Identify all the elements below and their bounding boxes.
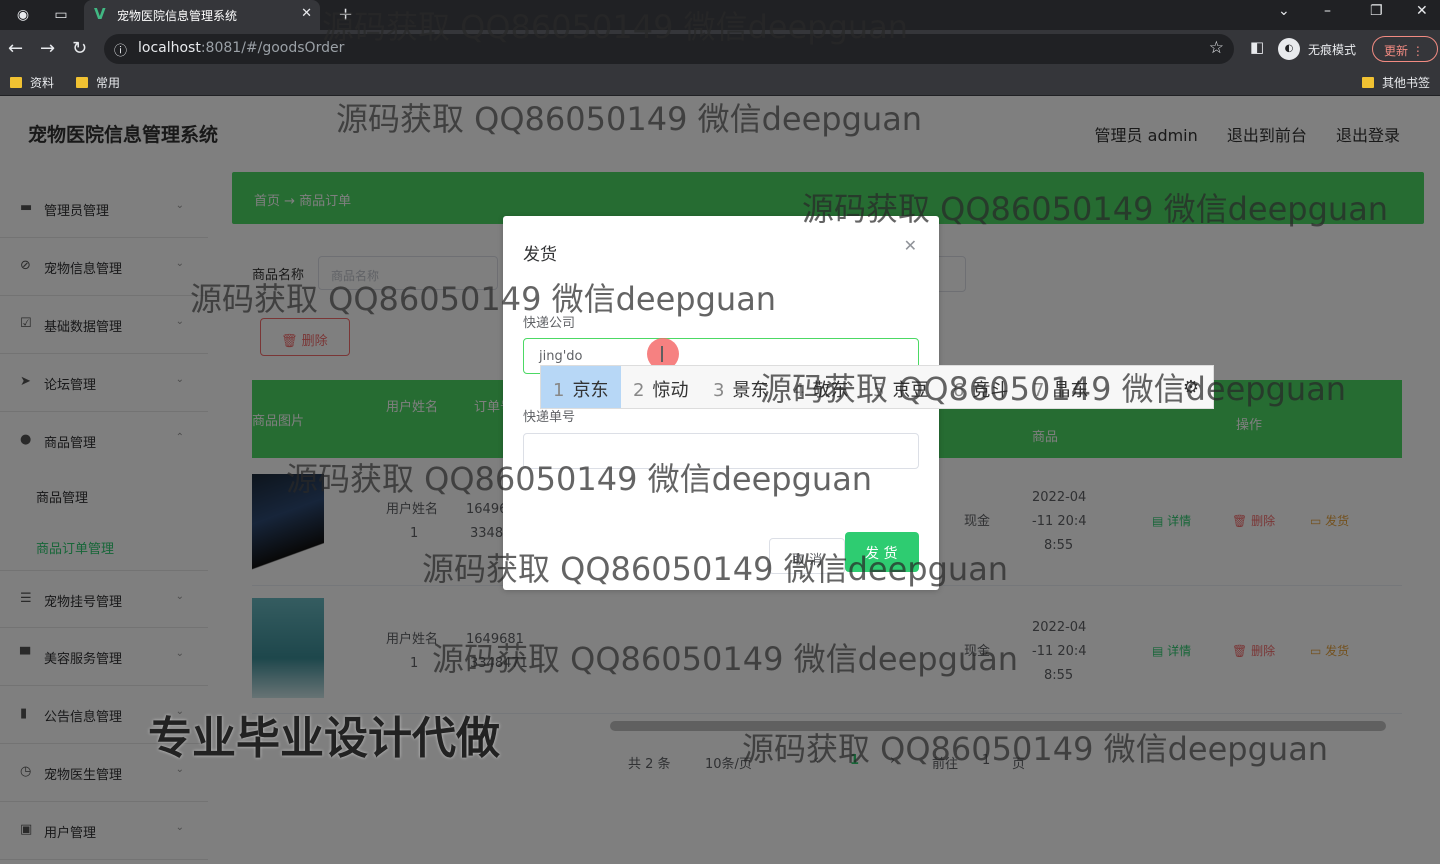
text-cursor-icon	[661, 346, 663, 362]
side-panel-icon[interactable]: ◧	[1250, 38, 1264, 56]
ime-candidate[interactable]: 1 京东	[553, 376, 608, 402]
bookmark-label: 常用	[96, 76, 121, 90]
chevron-down-icon[interactable]: ⌄	[1278, 3, 1290, 19]
back-icon[interactable]: ←	[8, 38, 23, 59]
update-label: 更新	[1384, 44, 1409, 58]
update-button[interactable]: 更新 ⋮	[1372, 36, 1438, 62]
dialog-title: 发货	[523, 245, 557, 265]
reload-icon[interactable]: ↻	[72, 38, 87, 59]
bookmarks-bar: 资料 常用 其他书签	[0, 68, 1440, 96]
site-info-icon[interactable]: ⓘ	[114, 40, 127, 59]
watermark: 源码获取 QQ86050149 微信deepguan	[802, 190, 1389, 228]
browser-tab[interactable]: V 宠物医院信息管理系统 ✕	[84, 0, 320, 30]
watermark: 源码获取 QQ86050149 微信deepguan	[322, 8, 909, 46]
url-text: localhost:8081/#/goodsOrder	[138, 40, 344, 56]
bookmark-star-icon[interactable]: ☆	[1209, 38, 1224, 58]
watermark: 源码获取 QQ86050149 微信deepguan	[432, 640, 1019, 678]
ime-candidate-number: 3	[713, 380, 725, 401]
bookmark-folder-other[interactable]: 其他书签	[1362, 74, 1430, 91]
restore-icon[interactable]: ❐	[1370, 3, 1383, 19]
ime-candidate-number: 1	[553, 380, 565, 401]
tab-title: 宠物医院信息管理系统	[117, 9, 238, 23]
incognito-indicator[interactable]: ◐ 无痕模式	[1278, 37, 1364, 61]
ime-candidate-word: 惊动	[652, 380, 689, 401]
close-tab-icon[interactable]: ✕	[301, 6, 312, 21]
bookmark-label: 资料	[30, 76, 55, 90]
ime-candidate-number: 2	[633, 380, 645, 401]
incognito-icon: ◐	[1278, 38, 1300, 60]
watermark: 源码获取 QQ86050149 微信deepguan	[336, 100, 923, 138]
watermark-big: 专业毕业设计代做	[148, 713, 500, 764]
watermark: 源码获取 QQ86050149 微信deepguan	[760, 370, 1347, 408]
vue-favicon-icon: V	[94, 5, 106, 23]
watermark: 源码获取 QQ86050149 微信deepguan	[190, 280, 777, 318]
url-host: localhost	[138, 40, 201, 56]
tab-search-icon[interactable]: ▭	[52, 6, 70, 24]
watermark: 源码获取 QQ86050149 微信deepguan	[742, 730, 1329, 768]
watermark: 源码获取 QQ86050149 微信deepguan	[286, 460, 873, 498]
incognito-label: 无痕模式	[1308, 43, 1357, 57]
ime-candidate-word: 京东	[572, 380, 609, 401]
folder-icon	[76, 77, 88, 88]
browser-menu-icon[interactable]: ◉	[14, 6, 32, 24]
ime-candidate[interactable]: 2 惊动	[633, 376, 688, 402]
close-icon[interactable]: ✕	[904, 236, 917, 255]
bookmark-folder-changyong[interactable]: 常用	[76, 74, 120, 91]
forward-icon[interactable]: →	[40, 38, 55, 59]
bookmark-folder-ziliao[interactable]: 资料	[10, 74, 54, 91]
watermark: 源码获取 QQ86050149 微信deepguan	[422, 550, 1009, 588]
folder-icon	[10, 77, 22, 88]
folder-icon	[1362, 77, 1374, 88]
minimize-icon[interactable]: –	[1324, 3, 1331, 19]
bookmark-label: 其他书签	[1382, 76, 1431, 90]
close-window-icon[interactable]: ✕	[1416, 3, 1428, 19]
